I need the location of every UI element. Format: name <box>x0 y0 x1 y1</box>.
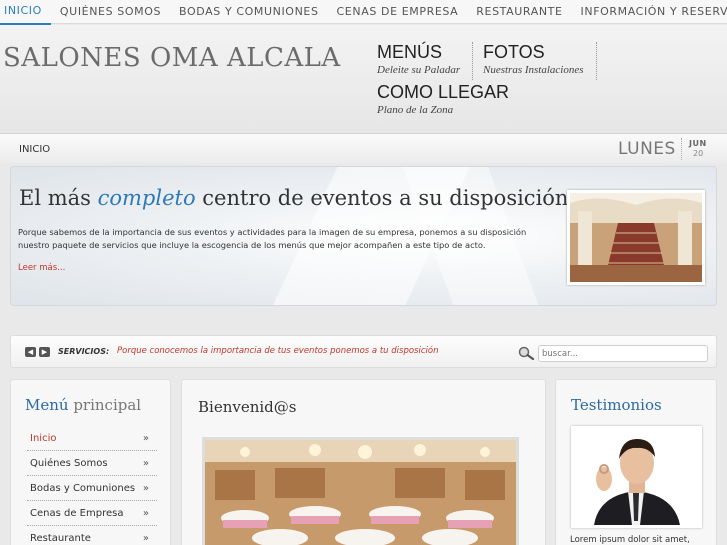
menu-item-cenas-empresa[interactable]: Cenas de Empresa» <box>27 501 157 526</box>
welcome-panel: Bienvenid@s <box>181 379 546 545</box>
hero-banner: El más completo centro de eventos a su d… <box>10 166 717 306</box>
banquet-hall-photo <box>202 437 519 545</box>
search-input[interactable] <box>538 345 708 362</box>
services-bar: ◀ ▶ SERVICIOS: Porque conocemos la impor… <box>10 335 717 368</box>
prev-arrow-icon[interactable]: ◀ <box>25 347 36 357</box>
nav-item-restaurante[interactable]: RESTAURANTE <box>467 0 571 24</box>
chevron-right-icon: » <box>142 508 149 519</box>
nav-item-bodas-comuniones[interactable]: BODAS Y COMUNIONES <box>170 0 327 24</box>
month-label: JUN <box>689 139 707 148</box>
header-menu-title: FOTOS <box>483 42 545 62</box>
date-divider <box>681 138 682 160</box>
site-logo[interactable]: SALONES OMA ALCALA <box>3 43 341 73</box>
main-menu-title: Menú principal <box>25 396 142 414</box>
menu-item-inicio[interactable]: Inicio» <box>27 426 157 451</box>
header-menu-como-llegar[interactable]: COMO LLEGAR Plano de la Zona <box>377 82 509 116</box>
header-menu-title: COMO LLEGAR <box>377 82 510 102</box>
menu-item-bodas-comuniones[interactable]: Bodas y Comuniones» <box>27 476 157 501</box>
hero-body: Porque sabemos de la importancia de sus … <box>18 227 527 250</box>
day-number: 20 <box>693 149 704 158</box>
main-menu-panel: Menú principal Inicio» Quiénes Somos» Bo… <box>10 379 171 545</box>
hero-title-emphasis: completo <box>97 186 196 210</box>
testimonials-panel: Testimonios Lorem ipsum dolor sit amet, <box>555 379 717 545</box>
main-menu-list: Inicio» Quiénes Somos» Bodas y Comunione… <box>27 426 157 545</box>
chevron-right-icon: » <box>142 483 149 494</box>
breadcrumb[interactable]: INICIO <box>19 144 50 155</box>
chevron-right-icon: » <box>142 533 149 544</box>
site-header: SALONES OMA ALCALA MENÚS Deleite su Pala… <box>0 25 727 133</box>
menu-item-quienes-somos[interactable]: Quiénes Somos» <box>27 451 157 476</box>
top-nav: INICIO QUIÉNES SOMOS BODAS Y COMUNIONES … <box>0 0 727 25</box>
header-menu-menus[interactable]: MENÚS Deleite su Paladar <box>377 42 474 80</box>
nav-item-informacion-reservas[interactable]: INFORMACIÓN Y RESERVAS <box>572 0 727 24</box>
welcome-title: Bienvenid@s <box>198 398 297 416</box>
testimonial-text: Lorem ipsum dolor sit amet, <box>570 535 690 545</box>
nav-item-inicio[interactable]: INICIO <box>0 0 51 25</box>
chevron-right-icon: » <box>142 458 149 469</box>
header-menu-subtitle: Deleite su Paladar <box>377 64 461 76</box>
read-more-link[interactable]: Leer más... <box>18 263 65 273</box>
search-icon[interactable] <box>517 346 535 360</box>
weekday-label: LUNES <box>618 139 676 159</box>
header-menu-subtitle: Plano de la Zona <box>377 104 454 116</box>
testimonial-photo <box>571 426 702 528</box>
breadcrumb-bar: INICIO LUNES JUN 20 <box>0 133 727 163</box>
services-label: SERVICIOS: <box>58 347 110 356</box>
header-menu-title: MENÚS <box>377 42 443 62</box>
staircase-photo <box>567 190 705 285</box>
nav-item-cenas-empresa[interactable]: CENAS DE EMPRESA <box>328 0 468 24</box>
services-ticker-text[interactable]: Porque conocemos la importancia de tus e… <box>117 346 438 356</box>
header-menu-subtitle: Nuestras Instalaciones <box>483 64 584 76</box>
chevron-right-icon: » <box>142 433 149 444</box>
next-arrow-icon[interactable]: ▶ <box>39 347 50 357</box>
nav-item-quienes-somos[interactable]: QUIÉNES SOMOS <box>51 0 170 24</box>
hero-title: El más completo centro de eventos a su d… <box>19 186 569 210</box>
menu-item-restaurante[interactable]: Restaurante» <box>27 526 157 545</box>
header-menu-fotos[interactable]: FOTOS Nuestras Instalaciones <box>483 42 597 80</box>
testimonials-title: Testimonios <box>571 396 662 414</box>
